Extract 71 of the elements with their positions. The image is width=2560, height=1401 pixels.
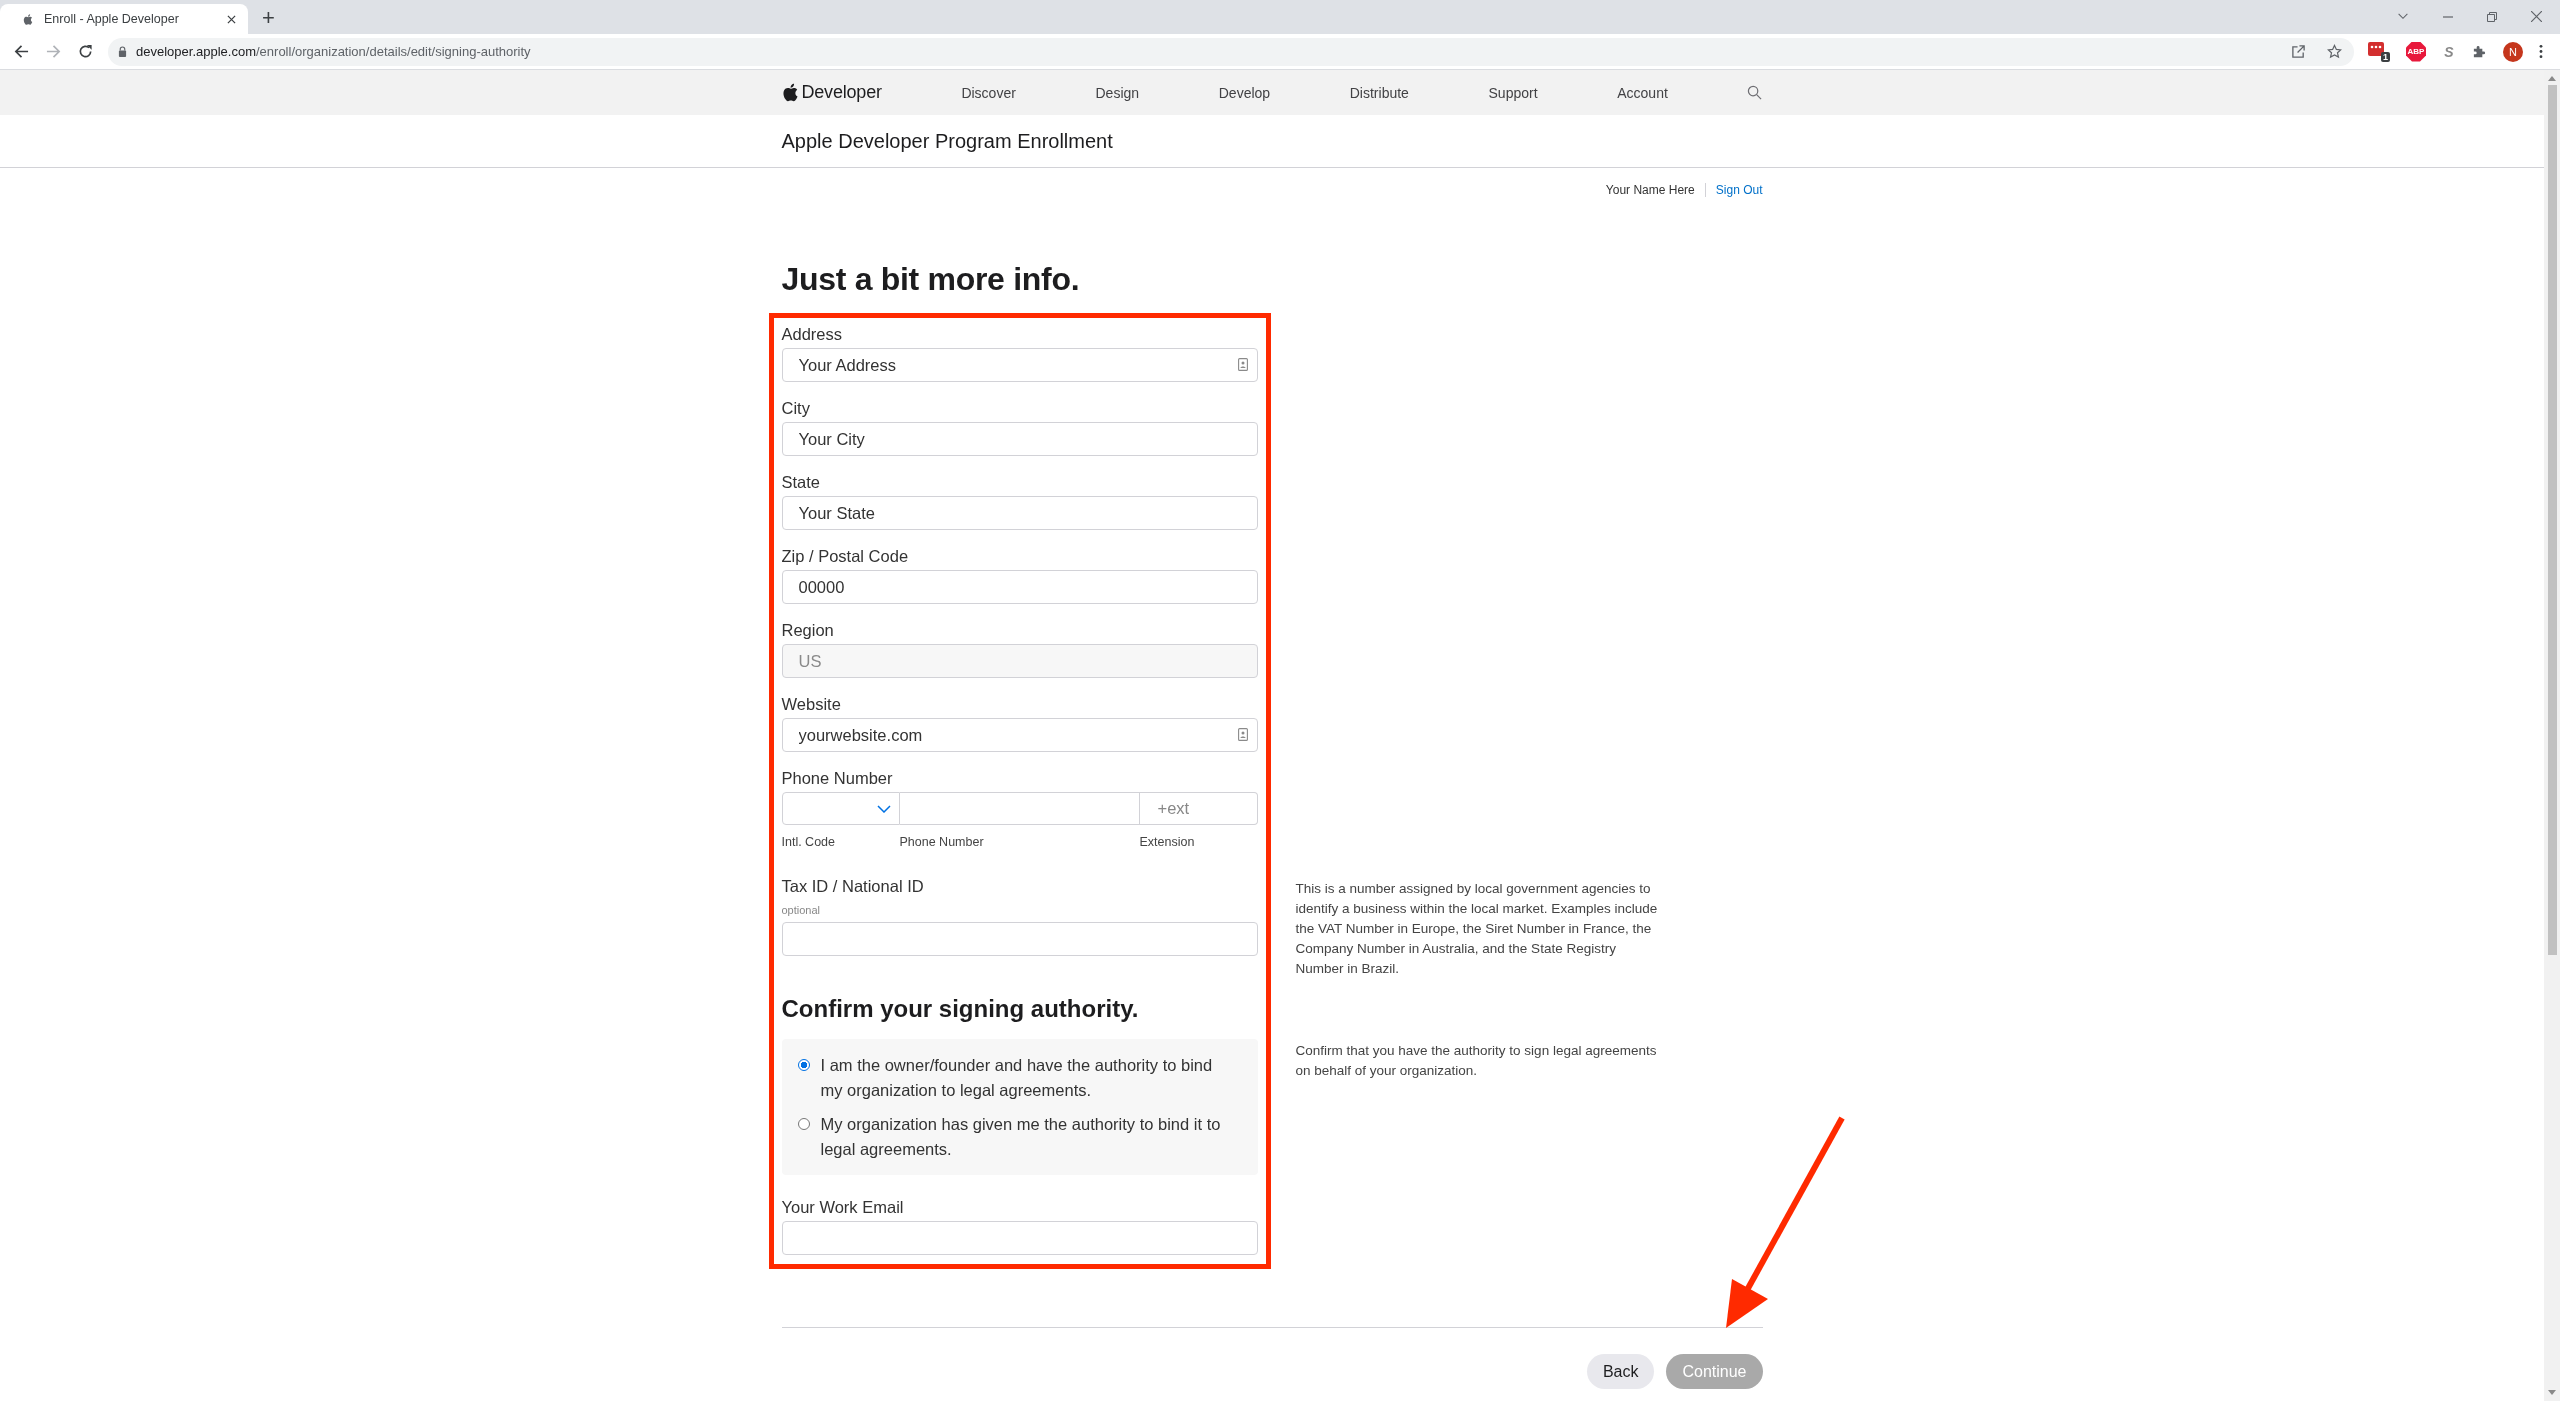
radio-button[interactable] (797, 1059, 810, 1071)
contact-card-icon[interactable] (1237, 728, 1248, 741)
nav-link[interactable]: Discover (961, 84, 1016, 101)
field-label: Region (781, 620, 835, 641)
help-text: Confirm that you have the authority to sign legal agreements on behalf of your organization. (1295, 1042, 1658, 1080)
nav-link[interactable]: Account (1617, 84, 1668, 101)
scrollbar[interactable] (2544, 70, 2560, 1401)
text-field[interactable] (781, 922, 1258, 956)
close-icon[interactable] (227, 14, 236, 24)
nav-link[interactable]: Support (1488, 84, 1538, 101)
sign-out-link[interactable]: Sign Out (1715, 183, 1763, 197)
reload-icon[interactable] (78, 44, 93, 59)
brand-link[interactable]: Developer (801, 82, 882, 103)
scroll-down-icon[interactable] (2548, 1390, 2556, 1395)
field-label: Address (781, 324, 844, 345)
optional-hint: optional (781, 903, 822, 917)
scroll-up-icon[interactable] (2548, 76, 2556, 81)
field-label: Your Work Email (781, 1197, 905, 1218)
back-arrow-icon[interactable] (14, 44, 29, 59)
section-heading: Confirm your signing authority. (781, 994, 1140, 1024)
field-caption: Extension (1139, 834, 1195, 850)
text-field[interactable]: Your Address (781, 348, 1258, 382)
field-label: State (781, 472, 822, 493)
page-title: Apple Developer Program Enrollment (781, 129, 1113, 152)
share-icon[interactable] (2291, 44, 2306, 59)
option-label: My organization has given me the authority to bind it to legal agreements. (820, 1114, 1222, 1160)
scroll-thumb[interactable] (2547, 85, 2557, 955)
search-icon[interactable] (1747, 85, 1763, 100)
user-name: Your Name Here (1605, 183, 1695, 197)
option-label: I am the owner/founder and have the authority to bind my organization to legal agreements. (820, 1055, 1214, 1101)
lock-icon (118, 46, 127, 57)
close-icon[interactable] (2531, 11, 2542, 22)
field-label: City (781, 398, 811, 419)
apple-logo-icon[interactable] (781, 83, 798, 102)
text-field[interactable]: yourwebsite.com (781, 718, 1258, 752)
extension-icon[interactable]: S (2442, 43, 2456, 60)
minimize-icon[interactable] (2443, 15, 2453, 18)
field-label: Phone Number (781, 768, 894, 789)
text-field[interactable]: 00000 (781, 570, 1258, 604)
extension-icon[interactable]: ABP (2406, 41, 2426, 62)
contact-card-icon[interactable] (1237, 358, 1248, 371)
new-tab-button[interactable]: + (262, 6, 275, 30)
profile-avatar[interactable]: N (2503, 41, 2523, 62)
puzzle-icon[interactable] (2472, 44, 2487, 59)
more-menu-icon[interactable] (2539, 44, 2543, 59)
restore-icon[interactable] (2487, 11, 2497, 22)
radio-button[interactable] (797, 1118, 810, 1130)
address-bar[interactable]: developer.apple.com/enroll/organization/details/edit/signing-authority (108, 37, 2354, 66)
email-field[interactable] (781, 1221, 1258, 1255)
field-caption: Phone Number (899, 834, 985, 850)
forward-arrow-icon[interactable] (46, 44, 61, 59)
nav-link[interactable]: Design (1095, 84, 1140, 101)
text-field[interactable]: Your State (781, 496, 1258, 530)
field-label: Website (781, 694, 842, 715)
field-caption: Intl. Code (781, 834, 836, 850)
extension-field[interactable]: +ext (1139, 792, 1258, 825)
field-label: Tax ID / National ID (781, 876, 925, 897)
url-text: developer.apple.com/enroll/organization/details/edit/signing-authority (136, 44, 532, 59)
phone-number-field[interactable] (899, 792, 1140, 825)
chevron-down-icon (876, 804, 891, 813)
apple-logo-icon (22, 12, 35, 26)
page-heading: Just a bit more info. (781, 260, 1081, 299)
nav-link[interactable]: Distribute (1349, 84, 1409, 101)
back-button[interactable]: Back (1586, 1354, 1655, 1389)
star-icon[interactable] (2327, 44, 2342, 59)
field-label: Zip / Postal Code (781, 546, 910, 567)
text-field[interactable]: Your City (781, 422, 1258, 456)
help-text: This is a number assigned by local government agencies to identify a business within the local market. Examples include the VAT Number in Europe, the Siret Number in France, the Company Number in Australia, and the State Registry Number in Brazil. (1295, 880, 1659, 978)
chevron-down-icon[interactable] (2397, 13, 2409, 20)
browser-tab[interactable]: Enroll - Apple Developer (0, 4, 248, 34)
nav-link[interactable]: Develop (1218, 84, 1271, 101)
